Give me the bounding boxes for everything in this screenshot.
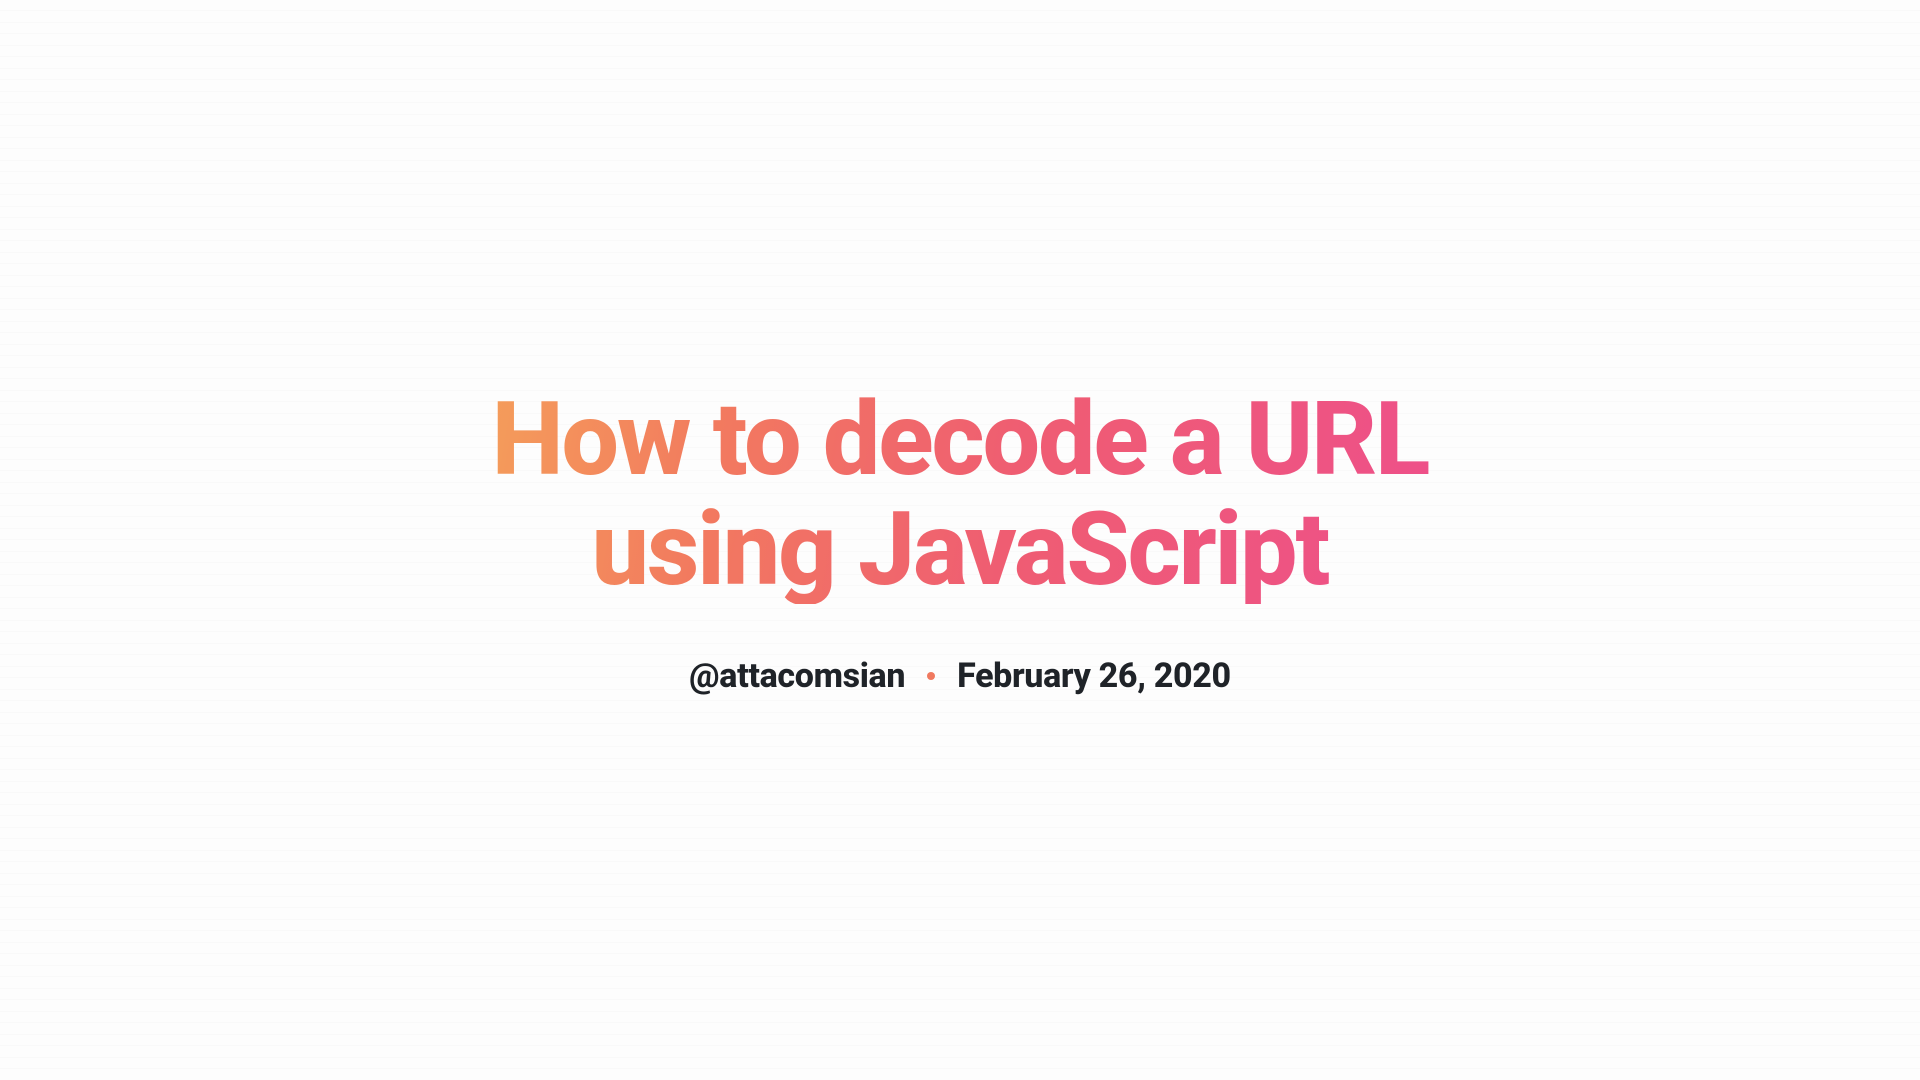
title-card: How to decode a URL using JavaScript @at… — [470, 384, 1450, 696]
author-handle: @attacomsian — [689, 656, 905, 696]
page-title: How to decode a URL using JavaScript — [470, 384, 1450, 604]
publish-date: February 26, 2020 — [957, 656, 1231, 696]
dot-separator-icon — [927, 672, 935, 680]
meta-row: @attacomsian February 26, 2020 — [470, 656, 1450, 696]
